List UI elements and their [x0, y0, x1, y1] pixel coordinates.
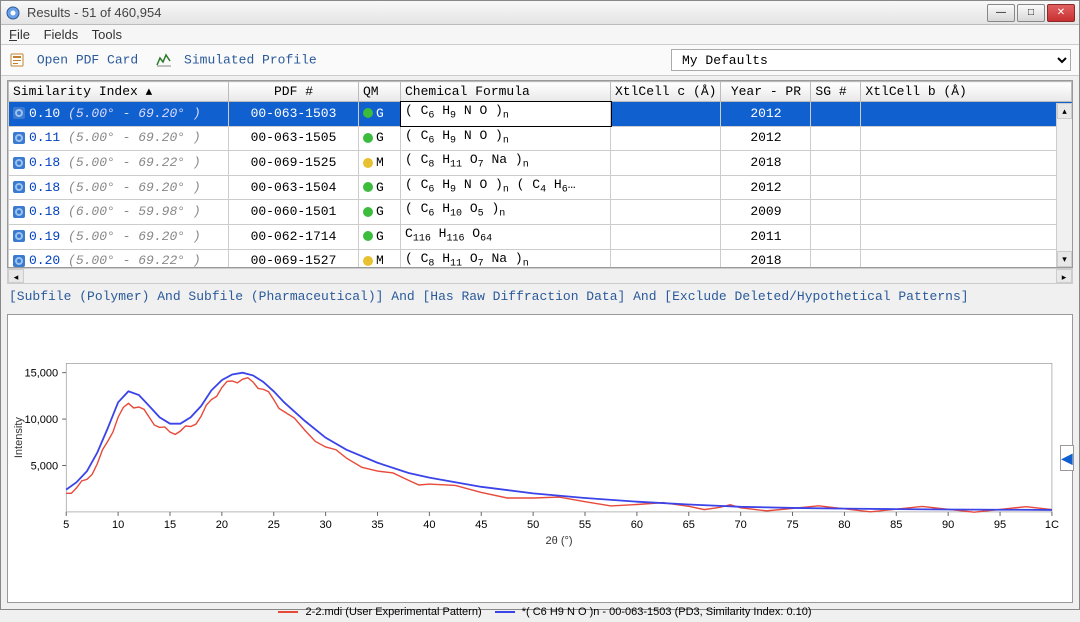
table-row[interactable]: 0.11 (5.00° - 69.20° )00-063-1505G( C6 H…	[9, 126, 1072, 151]
scroll-left-icon[interactable]: ◂	[8, 269, 24, 283]
table-row[interactable]: 0.10 (5.00° - 69.20° )00-063-1503G( C6 H…	[9, 102, 1072, 127]
entry-icon	[13, 132, 25, 144]
table-vertical-scrollbar[interactable]: ▴ ▾	[1056, 103, 1072, 267]
results-table-container: Similarity Index ▴ PDF # QM Chemical For…	[7, 80, 1073, 268]
legend-label-reference: *( C6 H9 N O )n - 00-063-1503 (PD3, Simi…	[522, 606, 812, 618]
scroll-down-icon[interactable]: ▾	[1057, 251, 1072, 267]
menu-bar: File Fields Tools	[1, 25, 1079, 45]
diffraction-chart-panel: 5 10 15 20 25 30 35 40 45 50 55 60 65 70 75 80 85 90 95 1C 5…	[7, 314, 1073, 603]
table-row[interactable]: 0.19 (5.00° - 69.20° )00-062-1714GC116 H…	[9, 224, 1072, 249]
entry-icon	[13, 206, 25, 218]
quality-mark-icon	[363, 182, 373, 192]
svg-text:70: 70	[735, 519, 747, 531]
column-header-xtlcell-c[interactable]: XtlCell c (Å)	[611, 82, 721, 102]
svg-text:65: 65	[683, 519, 695, 531]
svg-text:90: 90	[942, 519, 954, 531]
entry-icon	[13, 230, 25, 242]
column-header-formula[interactable]: Chemical Formula	[401, 82, 611, 102]
entry-icon	[13, 157, 25, 169]
svg-text:20: 20	[216, 519, 228, 531]
entry-icon	[13, 107, 25, 119]
svg-text:15: 15	[164, 519, 176, 531]
window-close-button[interactable]: ✕	[1047, 4, 1075, 22]
toolbar: Open PDF Card Simulated Profile My Defau…	[1, 45, 1079, 76]
svg-text:40: 40	[423, 519, 435, 531]
svg-text:1C: 1C	[1045, 519, 1059, 531]
column-header-qm[interactable]: QM	[359, 82, 401, 102]
legend-label-experimental: 2-2.mdi (User Experimental Pattern)	[306, 606, 482, 618]
entry-icon	[13, 255, 25, 267]
window-minimize-button[interactable]: —	[987, 4, 1015, 22]
svg-text:5,000: 5,000	[31, 460, 59, 472]
svg-text:60: 60	[631, 519, 643, 531]
svg-text:5: 5	[63, 519, 69, 531]
open-pdf-card-link[interactable]: Open PDF Card	[9, 52, 138, 68]
svg-text:85: 85	[890, 519, 902, 531]
svg-text:80: 80	[838, 519, 850, 531]
scroll-up-icon[interactable]: ▴	[1057, 103, 1072, 119]
column-header-year[interactable]: Year - PR	[721, 82, 811, 102]
svg-text:50: 50	[527, 519, 539, 531]
svg-text:15,000: 15,000	[24, 367, 58, 379]
quality-mark-icon	[363, 256, 373, 266]
column-header-similarity[interactable]: Similarity Index ▴	[9, 82, 229, 102]
table-row[interactable]: 0.18 (5.00° - 69.22° )00-069-1525M( C8 H…	[9, 151, 1072, 176]
table-row[interactable]: 0.18 (6.00° - 59.98° )00-060-1501G( C6 H…	[9, 200, 1072, 225]
chart-collapse-toggle[interactable]: ◀	[1060, 445, 1074, 471]
menu-file[interactable]: File	[9, 27, 30, 42]
simulated-profile-link[interactable]: Simulated Profile	[156, 52, 316, 68]
column-header-xtlcell-b[interactable]: XtlCell b (Å)	[861, 82, 1072, 102]
table-row[interactable]: 0.18 (5.00° - 69.20° )00-063-1504G( C6 H…	[9, 175, 1072, 200]
scroll-right-icon[interactable]: ▸	[1056, 269, 1072, 283]
diffraction-chart: 5 10 15 20 25 30 35 40 45 50 55 60 65 70 75 80 85 90 95 1C 5…	[8, 315, 1072, 602]
quality-mark-icon	[363, 108, 373, 118]
filter-criteria-text: [Subfile (Polymer) And Subfile (Pharmace…	[9, 288, 1071, 306]
svg-text:95: 95	[994, 519, 1006, 531]
svg-text:2θ (°): 2θ (°)	[546, 535, 573, 547]
pdf-card-icon	[9, 52, 25, 68]
window-title-bar: Results - 51 of 460,954 — □ ✕	[1, 1, 1079, 25]
table-horizontal-scrollbar[interactable]: ◂ ▸	[7, 268, 1073, 284]
svg-text:55: 55	[579, 519, 591, 531]
app-icon	[5, 5, 21, 21]
svg-text:75: 75	[786, 519, 798, 531]
column-header-sg[interactable]: SG #	[811, 82, 861, 102]
window-maximize-button[interactable]: □	[1017, 4, 1045, 22]
menu-fields[interactable]: Fields	[44, 27, 79, 42]
legend-swatch-experimental	[278, 611, 298, 613]
quality-mark-icon	[363, 133, 373, 143]
chart-legend: 2-2.mdi (User Experimental Pattern) *( C…	[8, 602, 1072, 622]
menu-tools[interactable]: Tools	[92, 27, 122, 42]
quality-mark-icon	[363, 231, 373, 241]
quality-mark-icon	[363, 158, 373, 168]
window-title: Results - 51 of 460,954	[27, 5, 985, 20]
svg-text:Intensity: Intensity	[13, 416, 25, 458]
table-row[interactable]: 0.20 (5.00° - 69.22° )00-069-1527M( C8 H…	[9, 249, 1072, 268]
results-table: Similarity Index ▴ PDF # QM Chemical For…	[8, 81, 1072, 268]
svg-text:10: 10	[112, 519, 124, 531]
chart-profile-icon	[156, 52, 172, 68]
svg-text:10,000: 10,000	[24, 414, 58, 426]
svg-text:35: 35	[371, 519, 383, 531]
quality-mark-icon	[363, 207, 373, 217]
entry-icon	[13, 181, 25, 193]
svg-text:45: 45	[475, 519, 487, 531]
column-header-pdf[interactable]: PDF #	[229, 82, 359, 102]
svg-text:25: 25	[268, 519, 280, 531]
svg-text:30: 30	[319, 519, 331, 531]
legend-swatch-reference	[495, 611, 515, 613]
display-preset-select[interactable]: My Defaults	[671, 49, 1071, 71]
